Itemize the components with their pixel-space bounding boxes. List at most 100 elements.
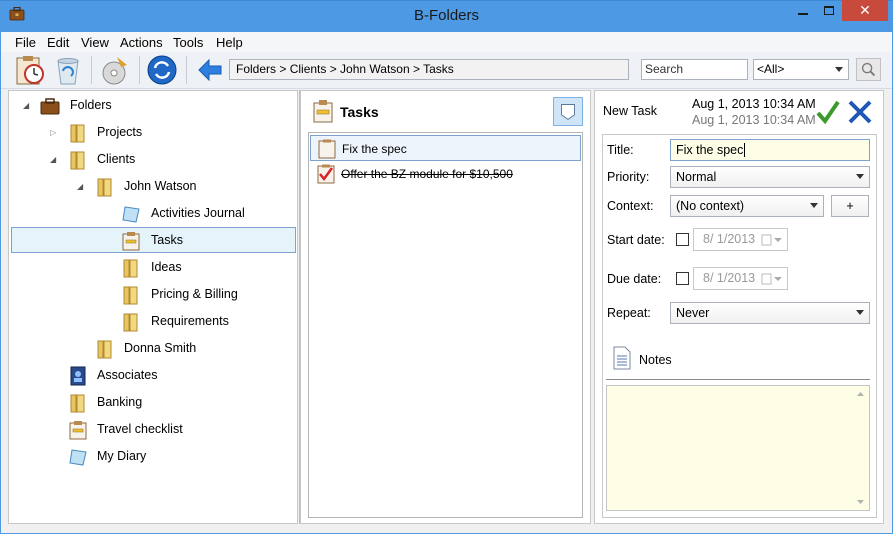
chevron-down-icon: [856, 174, 864, 179]
calendar-dropdown-icon: [761, 273, 782, 285]
tree-item-travel-checklist[interactable]: Travel checklist: [68, 416, 290, 443]
menu-help[interactable]: Help: [216, 35, 243, 50]
tree-item-requirements[interactable]: Requirements: [121, 308, 291, 335]
calendar-dropdown-icon: [761, 234, 782, 246]
notes-label: Notes: [639, 353, 672, 367]
briefcase-icon: [40, 98, 60, 115]
filter-value: <All>: [757, 62, 785, 76]
expanded-arrow-icon[interactable]: ◢: [50, 156, 56, 164]
modified-timestamp: Aug 1, 2013 10:34 AM: [692, 113, 816, 127]
folder-icon: [123, 259, 138, 278]
context-value: (No context): [676, 199, 745, 213]
tree-label: Clients: [97, 152, 136, 166]
menu-view[interactable]: View: [81, 35, 109, 50]
search-icon[interactable]: [856, 58, 881, 81]
text-caret: [744, 143, 746, 157]
new-note-icon[interactable]: [553, 97, 583, 126]
folder-icon: [123, 313, 138, 332]
checked-task-icon: [317, 164, 335, 184]
tree-item-activities-journal[interactable]: Activities Journal: [121, 200, 291, 227]
start-date-picker[interactable]: 8/ 1/2013: [693, 228, 788, 251]
search-input[interactable]: Search: [641, 59, 748, 80]
add-context-button[interactable]: +: [831, 195, 869, 217]
priority-dropdown[interactable]: Normal: [670, 166, 870, 188]
tree-item-banking[interactable]: Banking: [68, 389, 290, 416]
due-date-label: Due date:: [607, 272, 662, 286]
due-date-checkbox[interactable]: [676, 272, 689, 285]
title-field[interactable]: Fix the spec: [670, 139, 870, 161]
title-value: Fix the spec: [676, 143, 744, 157]
folder-icon: [123, 286, 138, 305]
path-breadcrumb: Folders > Clients > John Watson > Tasks: [229, 59, 629, 80]
menu-edit[interactable]: Edit: [47, 35, 69, 50]
collapsed-arrow-icon[interactable]: ▷: [50, 129, 56, 137]
new-task-clock-icon[interactable]: [13, 53, 47, 87]
clipboard-icon: [122, 232, 140, 251]
tree-item-projects[interactable]: ▷ Projects: [48, 119, 288, 146]
start-date-label: Start date:: [607, 233, 665, 247]
notes-textarea[interactable]: [606, 385, 870, 511]
task-item[interactable]: Offer the BZ module for $10,500: [310, 161, 581, 187]
tree-item-pricing-billing[interactable]: Pricing & Billing: [121, 281, 291, 308]
task-clipboard-icon: [318, 139, 336, 159]
tree-label: Tasks: [151, 233, 183, 247]
expanded-arrow-icon[interactable]: ◢: [77, 183, 83, 191]
tree-label: Projects: [97, 125, 143, 139]
folder-icon: [97, 340, 112, 359]
start-date-checkbox[interactable]: [676, 233, 689, 246]
tree-label: Requirements: [151, 314, 229, 328]
repeat-value: Never: [676, 306, 710, 320]
priority-value: Normal: [676, 170, 717, 184]
menu-tools[interactable]: Tools: [173, 35, 203, 50]
context-label: Context:: [607, 199, 654, 213]
tree-label: Ideas: [151, 260, 182, 274]
window-title: B-Folders: [413, 7, 480, 24]
close-button[interactable]: ✕: [842, 0, 888, 21]
repeat-label: Repeat:: [607, 306, 651, 320]
notes-document-icon: [613, 346, 631, 370]
tree-item-ideas[interactable]: Ideas: [121, 254, 291, 281]
task-list: Fix the spec Offer the BZ module for $10…: [308, 132, 583, 518]
maximize-button[interactable]: [816, 0, 842, 22]
toolbar-separator: [186, 56, 187, 84]
task-label: Fix the spec: [342, 142, 407, 156]
due-date-picker[interactable]: 8/ 1/2013: [693, 267, 788, 290]
back-arrow-icon[interactable]: [193, 53, 227, 87]
tree-label: Travel checklist: [97, 422, 183, 436]
tree-label: Pricing & Billing: [151, 287, 238, 301]
tree-item-associates[interactable]: Associates: [68, 362, 290, 389]
filter-dropdown[interactable]: <All>: [753, 59, 849, 80]
menu-file[interactable]: File: [15, 35, 36, 50]
tree-item-john-watson[interactable]: ◢ John Watson: [75, 173, 290, 200]
toolbar-separator: [139, 56, 140, 84]
recycle-bin-icon[interactable]: [51, 53, 85, 87]
cancel-x-icon[interactable]: [847, 99, 873, 125]
journal-icon: [122, 206, 140, 223]
notes-divider: [606, 379, 870, 380]
tree-item-tasks[interactable]: Tasks: [121, 227, 291, 254]
tree-item-clients[interactable]: ◢ Clients: [48, 146, 288, 173]
tree-item-my-diary[interactable]: My Diary: [68, 443, 290, 470]
tree-item-donna-smith[interactable]: Donna Smith: [95, 335, 290, 362]
expanded-arrow-icon[interactable]: ◢: [23, 102, 29, 110]
menu-bar: File Edit View Actions Tools Help: [1, 32, 892, 52]
tree-label: My Diary: [97, 449, 147, 463]
menu-actions[interactable]: Actions: [120, 35, 163, 50]
task-item[interactable]: Fix the spec: [310, 135, 581, 161]
priority-label: Priority:: [607, 170, 650, 184]
tree-label: Folders: [70, 98, 112, 112]
save-check-icon[interactable]: [816, 99, 840, 125]
chevron-down-icon: [810, 203, 818, 208]
tree-label: Donna Smith: [124, 341, 197, 355]
tree-label: Associates: [97, 368, 158, 382]
clipboard-icon: [313, 100, 333, 123]
folder-icon: [97, 178, 112, 197]
notes-scrollbar[interactable]: [853, 387, 868, 509]
sync-icon[interactable]: [145, 53, 179, 87]
backup-disc-icon[interactable]: [97, 53, 131, 87]
tree-item-folders[interactable]: ◢ Folders: [20, 92, 290, 119]
minimize-button[interactable]: [790, 0, 816, 22]
context-dropdown[interactable]: (No context): [670, 195, 824, 217]
folder-icon: [70, 151, 85, 170]
repeat-dropdown[interactable]: Never: [670, 302, 870, 324]
